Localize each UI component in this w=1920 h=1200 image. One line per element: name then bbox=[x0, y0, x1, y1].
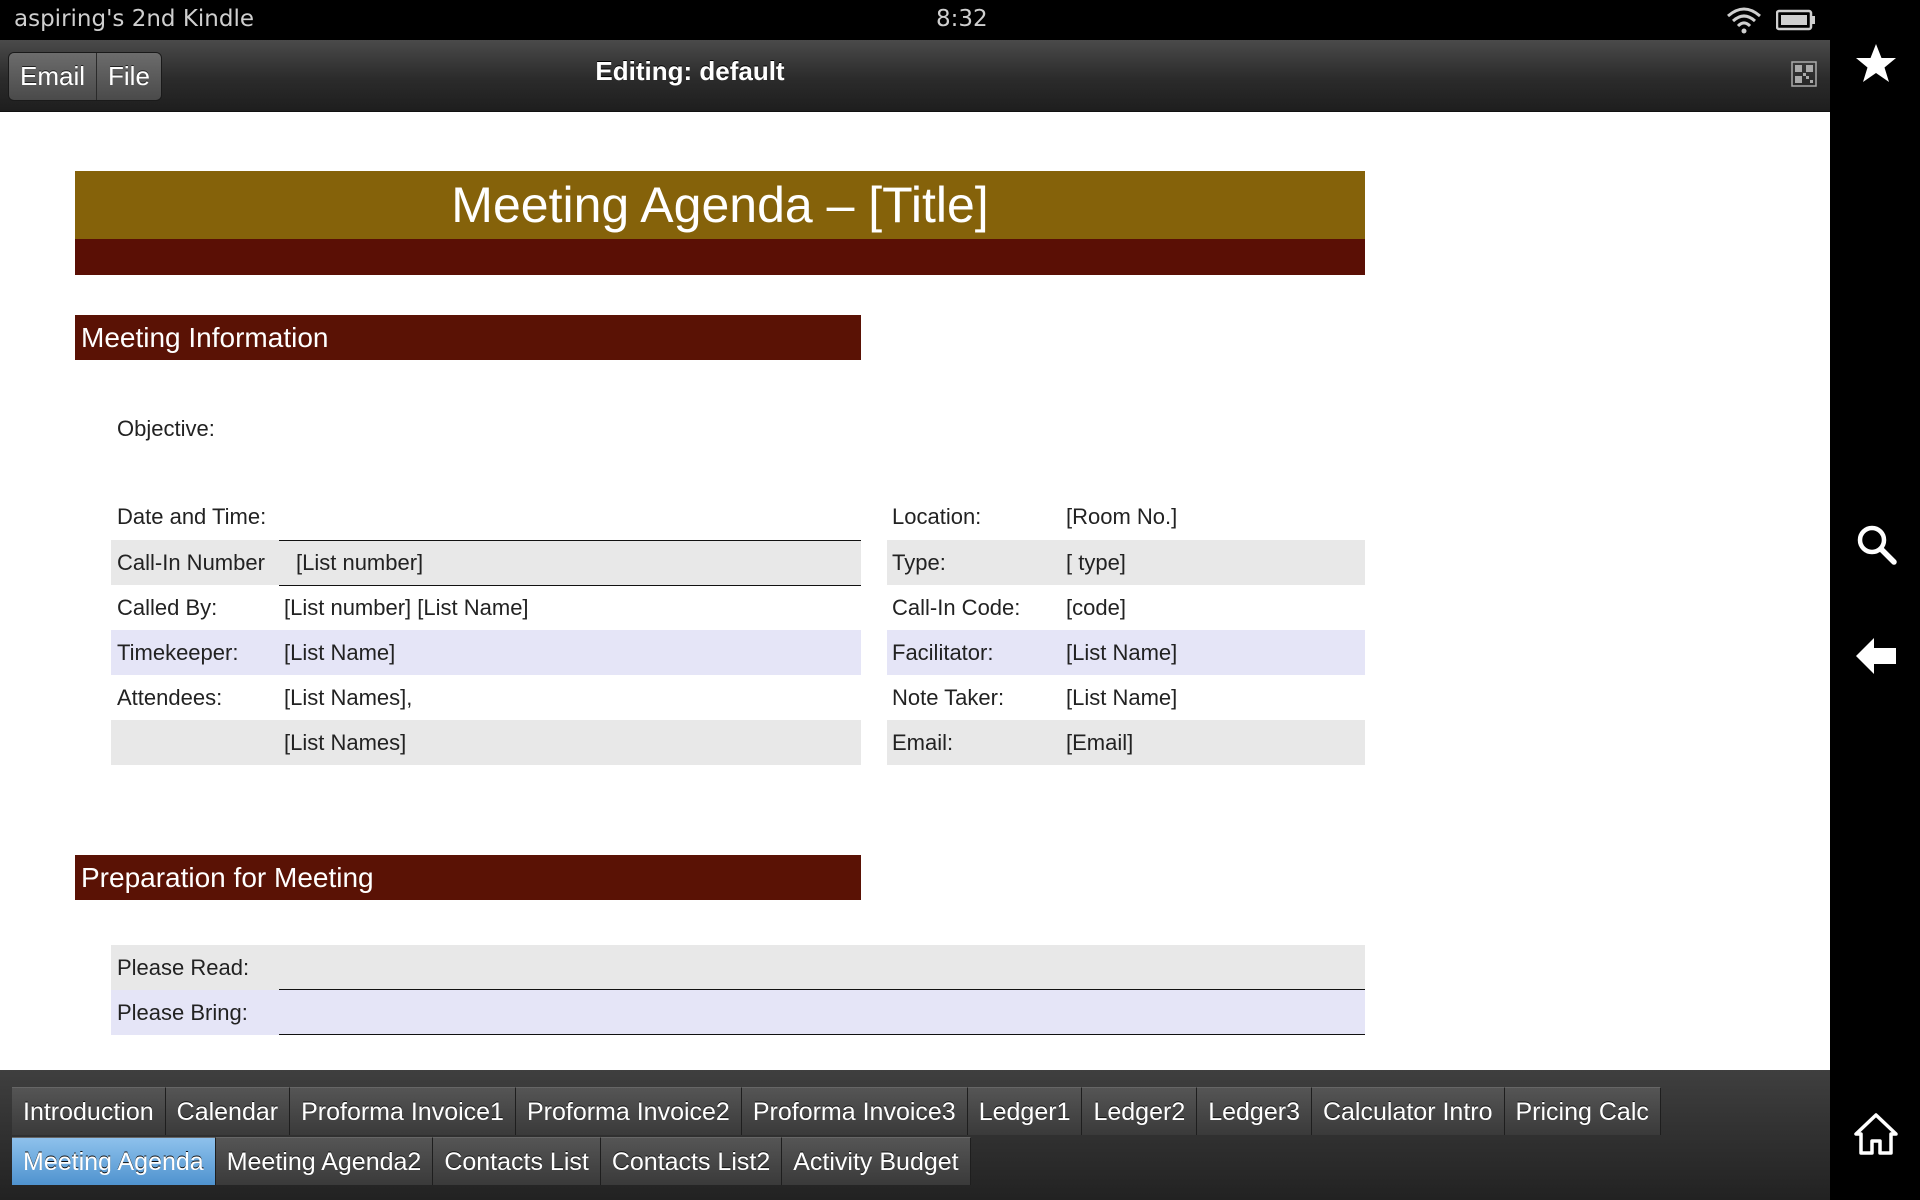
sheet-tabs-row-1: Introduction Calendar Proforma Invoice1 … bbox=[12, 1087, 1661, 1135]
home-icon[interactable] bbox=[1854, 1112, 1898, 1156]
row-band bbox=[887, 540, 1365, 585]
sheet-tabs-bar: Introduction Calendar Proforma Invoice1 … bbox=[0, 1070, 1830, 1200]
tab-meeting-agenda[interactable]: Meeting Agenda bbox=[12, 1137, 216, 1185]
left-row-value[interactable]: [List Names] bbox=[284, 720, 406, 765]
tab-ledger2[interactable]: Ledger2 bbox=[1082, 1087, 1198, 1135]
search-icon[interactable] bbox=[1854, 522, 1898, 566]
right-row-value[interactable]: [Email] bbox=[1066, 720, 1133, 765]
qr-grid-icon[interactable] bbox=[1791, 61, 1817, 87]
file-button[interactable]: File bbox=[96, 53, 161, 100]
objective-label[interactable]: Objective: bbox=[117, 406, 215, 451]
tab-contacts-list[interactable]: Contacts List bbox=[433, 1137, 601, 1185]
tab-meeting-agenda2[interactable]: Meeting Agenda2 bbox=[215, 1137, 434, 1185]
tab-calendar[interactable]: Calendar bbox=[165, 1087, 291, 1135]
right-row-label[interactable]: Note Taker: bbox=[892, 675, 1004, 720]
right-row-value[interactable]: [Room No.] bbox=[1066, 494, 1177, 539]
row-band bbox=[111, 720, 861, 765]
right-nav-bar bbox=[1830, 0, 1920, 1200]
right-row-label[interactable]: Email: bbox=[892, 720, 953, 765]
tab-pricing-calc[interactable]: Pricing Calc bbox=[1504, 1087, 1661, 1135]
tab-proforma-invoice2[interactable]: Proforma Invoice2 bbox=[515, 1087, 742, 1135]
right-row-label[interactable]: Call-In Code: bbox=[892, 585, 1020, 630]
left-row-value[interactable]: [List Name] bbox=[284, 630, 395, 675]
left-row-label[interactable]: Timekeeper: bbox=[117, 630, 238, 675]
email-button[interactable]: Email bbox=[9, 53, 97, 100]
toolbar-button-group: Email File bbox=[8, 52, 162, 101]
section-meeting-information[interactable]: Meeting Information bbox=[75, 315, 861, 360]
please-read-label[interactable]: Please Read: bbox=[117, 945, 249, 990]
right-row-value[interactable]: [ type] bbox=[1066, 540, 1126, 585]
please-bring-label[interactable]: Please Bring: bbox=[117, 990, 248, 1035]
please-bring-underline bbox=[279, 1034, 1365, 1035]
status-bar: aspiring's 2nd Kindle 8:32 bbox=[0, 0, 1830, 40]
left-row-value[interactable]: [List number] [List Name] bbox=[284, 585, 529, 630]
top-toolbar: Email File Editing: default bbox=[0, 40, 1830, 112]
spreadsheet-canvas[interactable]: Meeting Agenda – [Title] Meeting Informa… bbox=[0, 112, 1830, 1070]
tab-activity-budget[interactable]: Activity Budget bbox=[782, 1137, 971, 1185]
tab-calculator-intro[interactable]: Calculator Intro bbox=[1311, 1087, 1505, 1135]
right-row-value[interactable]: [code] bbox=[1066, 585, 1126, 630]
back-arrow-icon[interactable] bbox=[1854, 634, 1898, 678]
title-underband bbox=[75, 239, 1365, 275]
row-band bbox=[111, 990, 1365, 1035]
tab-contacts-list2[interactable]: Contacts List2 bbox=[600, 1137, 783, 1185]
left-row-label[interactable]: Attendees: bbox=[117, 675, 222, 720]
left-row-value[interactable]: [List Names], bbox=[284, 675, 412, 720]
left-row-label[interactable]: Call-In Number bbox=[117, 540, 265, 585]
left-row-label[interactable]: Called By: bbox=[117, 585, 217, 630]
section-preparation[interactable]: Preparation for Meeting bbox=[75, 855, 861, 900]
tab-proforma-invoice1[interactable]: Proforma Invoice1 bbox=[290, 1087, 516, 1135]
status-clock: 8:32 bbox=[936, 6, 988, 32]
tab-proforma-invoice3[interactable]: Proforma Invoice3 bbox=[741, 1087, 968, 1135]
agenda-title[interactable]: Meeting Agenda – [Title] bbox=[75, 171, 1365, 239]
right-row-value[interactable]: [List Name] bbox=[1066, 630, 1177, 675]
tab-introduction[interactable]: Introduction bbox=[12, 1087, 166, 1135]
right-row-value[interactable]: [List Name] bbox=[1066, 675, 1177, 720]
tab-ledger1[interactable]: Ledger1 bbox=[967, 1087, 1083, 1135]
left-row-label[interactable]: Date and Time: bbox=[117, 494, 266, 539]
battery-icon bbox=[1776, 9, 1815, 31]
row-band bbox=[111, 945, 1365, 990]
device-name: aspiring's 2nd Kindle bbox=[14, 6, 255, 32]
tab-ledger3[interactable]: Ledger3 bbox=[1197, 1087, 1312, 1135]
editing-title: Editing: default bbox=[595, 56, 785, 86]
right-row-label[interactable]: Facilitator: bbox=[892, 630, 993, 675]
right-row-label[interactable]: Type: bbox=[892, 540, 946, 585]
please-read-underline bbox=[279, 989, 1365, 990]
sheet-tabs-row-2: Meeting Agenda Meeting Agenda2 Contacts … bbox=[12, 1137, 971, 1185]
wifi-icon bbox=[1727, 7, 1761, 34]
left-row-value[interactable]: [List number] bbox=[296, 540, 423, 585]
star-icon[interactable] bbox=[1854, 42, 1898, 86]
right-row-label[interactable]: Location: bbox=[892, 494, 981, 539]
